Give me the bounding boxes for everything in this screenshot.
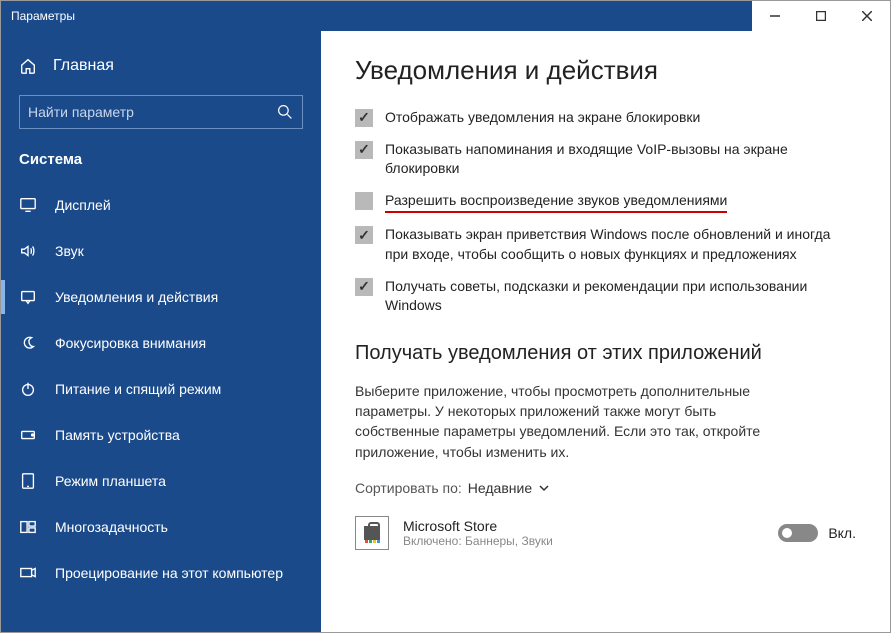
notifications-icon <box>19 288 37 306</box>
app-info: Microsoft Store Включено: Баннеры, Звуки <box>403 518 764 548</box>
sidebar-section-title: Система <box>1 145 321 182</box>
home-icon <box>19 57 37 75</box>
checkbox-row[interactable]: Получать советы, подсказки и рекомендаци… <box>355 277 856 316</box>
app-toggle[interactable] <box>778 524 818 542</box>
sound-icon <box>19 242 37 260</box>
sidebar-item-label: Уведомления и действия <box>55 289 218 305</box>
sidebar-item-focus[interactable]: Фокусировка внимания <box>1 320 321 366</box>
checkbox[interactable] <box>355 226 373 244</box>
sidebar-home[interactable]: Главная <box>1 47 321 85</box>
checkbox-row[interactable]: Показывать напоминания и входящие VoIP-в… <box>355 140 856 179</box>
power-icon <box>19 380 37 398</box>
focus-icon <box>19 334 37 352</box>
apps-heading: Получать уведомления от этих приложений <box>355 342 856 365</box>
sidebar-item-label: Дисплей <box>55 197 111 213</box>
close-button[interactable] <box>844 1 890 31</box>
checkbox-label: Показывать экран приветствия Windows пос… <box>385 225 856 264</box>
sidebar-item-label: Режим планшета <box>55 473 166 489</box>
sidebar-item-project[interactable]: Проецирование на этот компьютер <box>1 550 321 596</box>
sidebar-item-label: Память устройства <box>55 427 180 443</box>
chevron-down-icon <box>538 482 550 494</box>
checkbox-label: Отображать уведомления на экране блокиро… <box>385 108 700 128</box>
sort-value: Недавние <box>468 480 532 496</box>
content-area: Уведомления и действия Отображать уведом… <box>321 31 890 632</box>
sidebar-item-notifications[interactable]: Уведомления и действия <box>1 274 321 320</box>
app-icon-ms-store <box>355 516 389 550</box>
app-subtitle: Включено: Баннеры, Звуки <box>403 534 764 548</box>
maximize-button[interactable] <box>798 1 844 31</box>
minimize-button[interactable] <box>752 1 798 31</box>
storage-icon <box>19 426 37 444</box>
main-layout: Главная Система Дисплей Звук Уведомления… <box>1 31 890 632</box>
checkbox-label: Разрешить воспроизведение звуков уведомл… <box>385 191 727 214</box>
sidebar-item-display[interactable]: Дисплей <box>1 182 321 228</box>
sidebar-item-power[interactable]: Питание и спящий режим <box>1 366 321 412</box>
sidebar-item-label: Многозадачность <box>55 519 168 535</box>
app-name: Microsoft Store <box>403 518 764 534</box>
tablet-icon <box>19 472 37 490</box>
sidebar-nav: Дисплей Звук Уведомления и действия Фоку… <box>1 182 321 632</box>
titlebar: Параметры <box>1 1 890 31</box>
sort-row: Сортировать по: Недавние <box>355 480 856 496</box>
checkbox-label: Получать советы, подсказки и рекомендаци… <box>385 277 856 316</box>
checkbox-label: Показывать напоминания и входящие VoIP-в… <box>385 140 856 179</box>
checkbox-row[interactable]: Показывать экран приветствия Windows пос… <box>355 225 856 264</box>
sort-label: Сортировать по: <box>355 480 462 496</box>
app-toggle-label: Вкл. <box>828 525 856 541</box>
checkbox[interactable] <box>355 141 373 159</box>
window-title: Параметры <box>1 9 752 23</box>
checkbox-row[interactable]: Отображать уведомления на экране блокиро… <box>355 108 856 128</box>
sidebar-item-label: Звук <box>55 243 84 259</box>
search-box[interactable] <box>19 95 303 129</box>
checkbox[interactable] <box>355 109 373 127</box>
multitask-icon <box>19 518 37 536</box>
checkbox-row-highlighted[interactable]: Разрешить воспроизведение звуков уведомл… <box>355 191 856 214</box>
sidebar-item-storage[interactable]: Память устройства <box>1 412 321 458</box>
sidebar-item-label: Питание и спящий режим <box>55 381 221 397</box>
sidebar: Главная Система Дисплей Звук Уведомления… <box>1 31 321 632</box>
search-input[interactable] <box>28 104 276 120</box>
sort-dropdown[interactable]: Недавние <box>468 480 550 496</box>
app-row[interactable]: Microsoft Store Включено: Баннеры, Звуки… <box>355 510 856 556</box>
apps-description: Выберите приложение, чтобы просмотреть д… <box>355 381 795 462</box>
sidebar-item-label: Фокусировка внимания <box>55 335 206 351</box>
sidebar-item-tablet[interactable]: Режим планшета <box>1 458 321 504</box>
sidebar-home-label: Главная <box>53 57 114 75</box>
page-title: Уведомления и действия <box>355 55 856 86</box>
checkbox[interactable] <box>355 192 373 210</box>
checkbox[interactable] <box>355 278 373 296</box>
display-icon <box>19 196 37 214</box>
sidebar-item-sound[interactable]: Звук <box>1 228 321 274</box>
project-icon <box>19 564 37 582</box>
sidebar-item-multitask[interactable]: Многозадачность <box>1 504 321 550</box>
app-toggle-wrap: Вкл. <box>778 524 856 542</box>
sidebar-item-label: Проецирование на этот компьютер <box>55 565 283 581</box>
search-icon <box>276 104 294 120</box>
